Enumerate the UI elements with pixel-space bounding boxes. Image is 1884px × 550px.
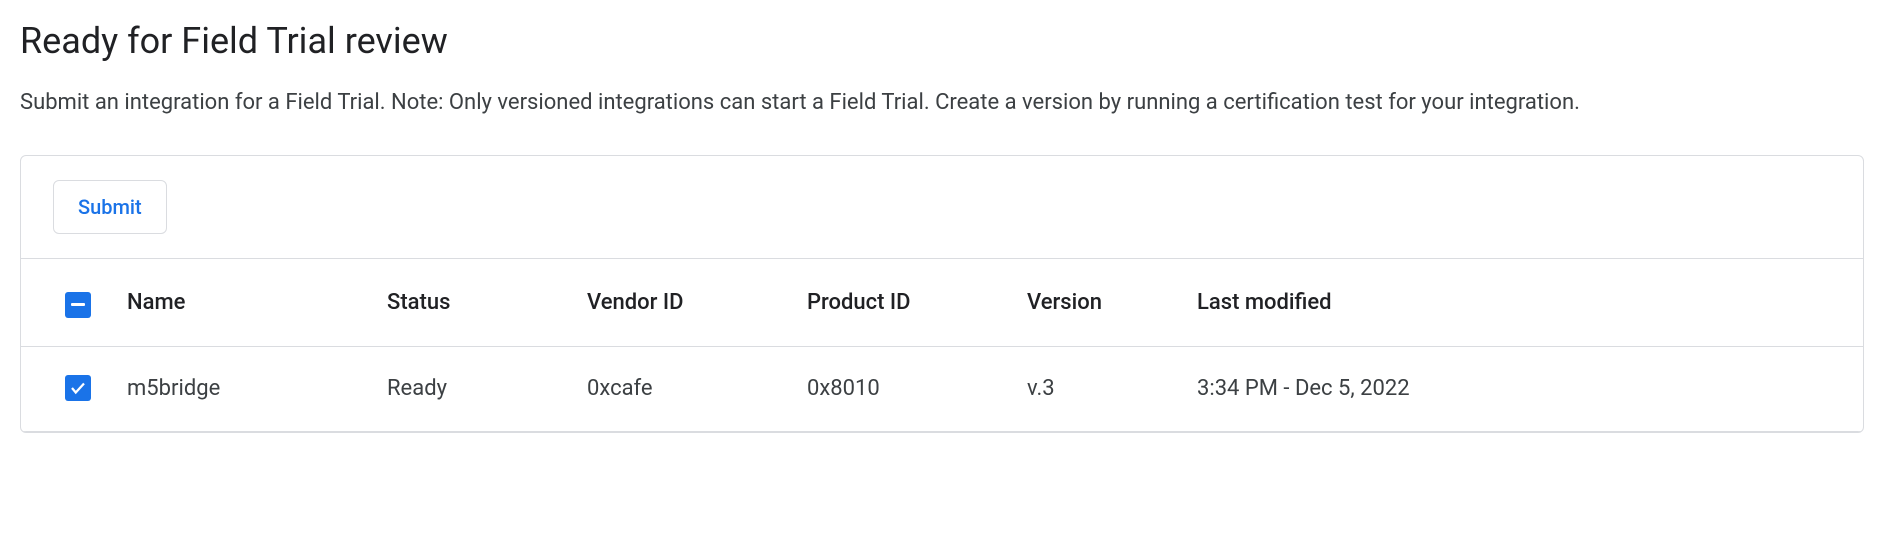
- column-header-name: Name: [111, 259, 371, 346]
- toolbar: Submit: [21, 156, 1863, 259]
- cell-status: Ready: [371, 346, 571, 431]
- cell-product-id: 0x8010: [791, 346, 1011, 431]
- row-checkbox[interactable]: [65, 375, 91, 401]
- integration-panel: Submit Name Status Vendor ID Product ID …: [20, 155, 1864, 433]
- check-icon: [69, 379, 87, 397]
- cell-version: v.3: [1011, 346, 1181, 431]
- column-header-product-id: Product ID: [791, 259, 1011, 346]
- column-header-status: Status: [371, 259, 571, 346]
- select-all-checkbox[interactable]: [65, 292, 91, 318]
- column-header-last-modified: Last modified: [1181, 259, 1863, 346]
- table-row: m5bridge Ready 0xcafe 0x8010 v.3 3:34 PM…: [21, 346, 1863, 431]
- page-description: Submit an integration for a Field Trial.…: [20, 86, 1860, 119]
- integrations-table: Name Status Vendor ID Product ID Version…: [21, 259, 1863, 432]
- cell-last-modified: 3:34 PM - Dec 5, 2022: [1181, 346, 1863, 431]
- column-header-vendor-id: Vendor ID: [571, 259, 791, 346]
- page-title: Ready for Field Trial review: [20, 20, 1864, 62]
- cell-vendor-id: 0xcafe: [571, 346, 791, 431]
- column-header-version: Version: [1011, 259, 1181, 346]
- submit-button[interactable]: Submit: [53, 180, 167, 234]
- cell-name: m5bridge: [111, 346, 371, 431]
- table-header-row: Name Status Vendor ID Product ID Version…: [21, 259, 1863, 346]
